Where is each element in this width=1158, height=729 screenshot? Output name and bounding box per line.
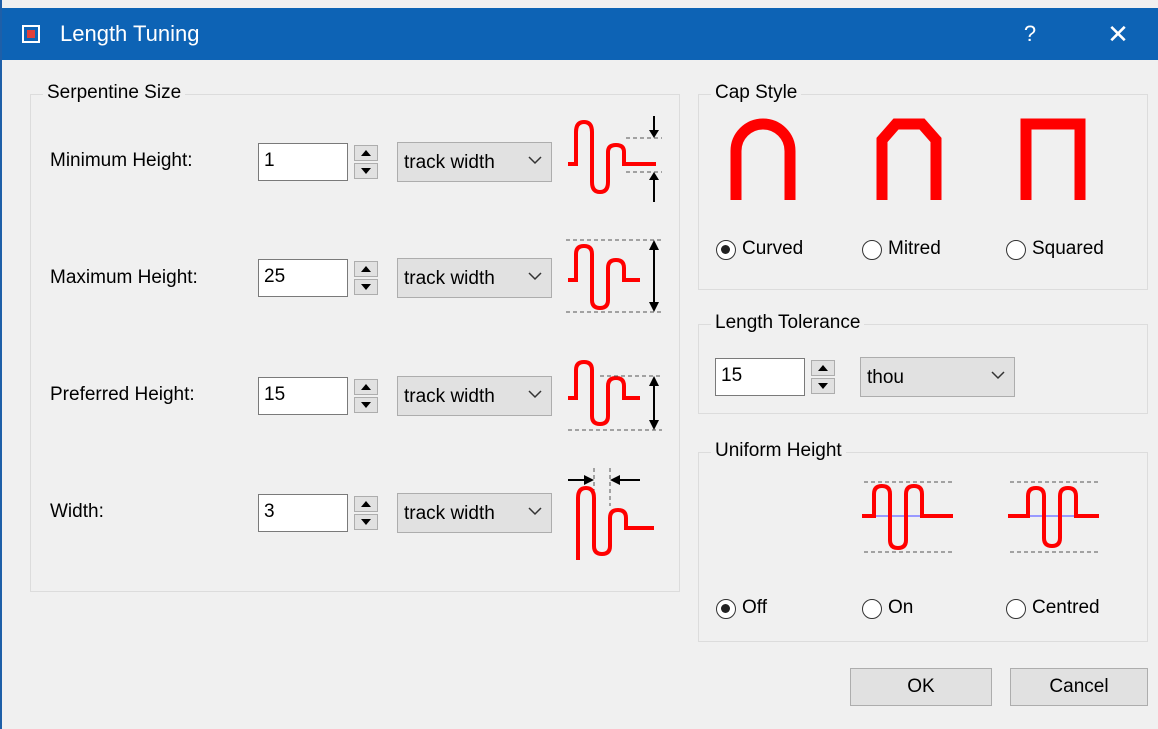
unit-value: track width — [404, 386, 495, 407]
radio-label: Centred — [1032, 597, 1100, 618]
chevron-down-icon — [528, 507, 542, 516]
uniform-height-centred-icon — [1008, 481, 1099, 553]
help-button[interactable]: ? — [1012, 18, 1048, 50]
length-tolerance-title: Length Tolerance — [711, 312, 865, 334]
radio-label: Squared — [1032, 238, 1104, 259]
maximum-height-input[interactable]: 25 — [258, 259, 348, 297]
maximum-height-label: Maximum Height: — [50, 267, 198, 288]
radio-label: On — [888, 597, 914, 618]
spin-down-button[interactable] — [354, 514, 378, 530]
preferred-height-unit-select[interactable]: track width — [397, 376, 552, 416]
chevron-down-icon — [528, 156, 542, 165]
chevron-down-icon — [991, 371, 1005, 380]
minimum-height-unit-select[interactable]: track width — [397, 142, 552, 182]
window-title: Length Tuning — [60, 21, 200, 46]
spin-down-button[interactable] — [354, 279, 378, 295]
radio-label: Curved — [742, 238, 804, 259]
spin-down-button[interactable] — [811, 378, 835, 394]
width-input[interactable]: 3 — [258, 494, 348, 532]
preferred-height-diagram-icon — [568, 359, 662, 431]
close-button[interactable]: ✕ — [1098, 18, 1138, 50]
length-tolerance-unit-select[interactable]: thou — [860, 357, 1015, 397]
radio-label: Mitred — [888, 238, 941, 259]
radio-indicator — [716, 599, 736, 619]
curved-cap-icon — [730, 118, 796, 200]
mitred-cap-icon — [876, 118, 942, 200]
cancel-button[interactable]: Cancel — [1010, 668, 1148, 706]
radio-indicator — [1006, 599, 1026, 619]
radio-indicator — [862, 240, 882, 260]
ok-button[interactable]: OK — [850, 668, 992, 706]
uniform-height-title: Uniform Height — [711, 440, 846, 462]
app-icon — [22, 25, 40, 43]
preferred-height-input[interactable]: 15 — [258, 377, 348, 415]
unit-value: thou — [867, 367, 904, 388]
maximum-height-unit-select[interactable]: track width — [397, 258, 552, 298]
length-tolerance-input[interactable]: 15 — [715, 358, 805, 396]
uniform-height-on-icon — [862, 481, 953, 553]
minimum-height-diagram-icon — [568, 116, 662, 202]
chevron-down-icon — [528, 390, 542, 399]
spin-up-button[interactable] — [354, 145, 378, 161]
preferred-height-label: Preferred Height: — [50, 384, 195, 405]
preferred-height-spinbox[interactable]: 15 — [258, 377, 380, 415]
spin-up-button[interactable] — [811, 360, 835, 376]
length-tuning-dialog: Length Tuning ? ✕ Serpentine Size Minimu… — [0, 0, 1158, 729]
serpentine-size-title: Serpentine Size — [43, 82, 186, 104]
minimum-height-spinbox[interactable]: 1 — [258, 143, 380, 181]
maximum-height-diagram-icon — [566, 239, 662, 313]
squared-cap-icon — [1020, 118, 1086, 200]
width-unit-select[interactable]: track width — [397, 493, 552, 533]
unit-value: track width — [404, 152, 495, 173]
unit-value: track width — [404, 268, 495, 289]
length-tolerance-spinbox[interactable]: 15 — [715, 358, 837, 396]
radio-indicator — [716, 240, 736, 260]
minimum-height-input[interactable]: 1 — [258, 143, 348, 181]
chevron-down-icon — [528, 272, 542, 281]
spin-up-button[interactable] — [354, 496, 378, 512]
title-bar[interactable]: Length Tuning ? ✕ — [2, 8, 1158, 60]
width-label: Width: — [50, 501, 104, 522]
unit-value: track width — [404, 503, 495, 524]
width-spinbox[interactable]: 3 — [258, 494, 380, 532]
cap-style-title: Cap Style — [711, 82, 802, 104]
radio-indicator — [1006, 240, 1026, 260]
minimum-height-label: Minimum Height: — [50, 150, 193, 171]
radio-label: Off — [742, 597, 767, 618]
spin-down-button[interactable] — [354, 163, 378, 179]
spin-up-button[interactable] — [354, 261, 378, 277]
radio-indicator — [862, 599, 882, 619]
width-diagram-icon — [568, 468, 654, 560]
maximum-height-spinbox[interactable]: 25 — [258, 259, 380, 297]
spin-down-button[interactable] — [354, 397, 378, 413]
spin-up-button[interactable] — [354, 379, 378, 395]
